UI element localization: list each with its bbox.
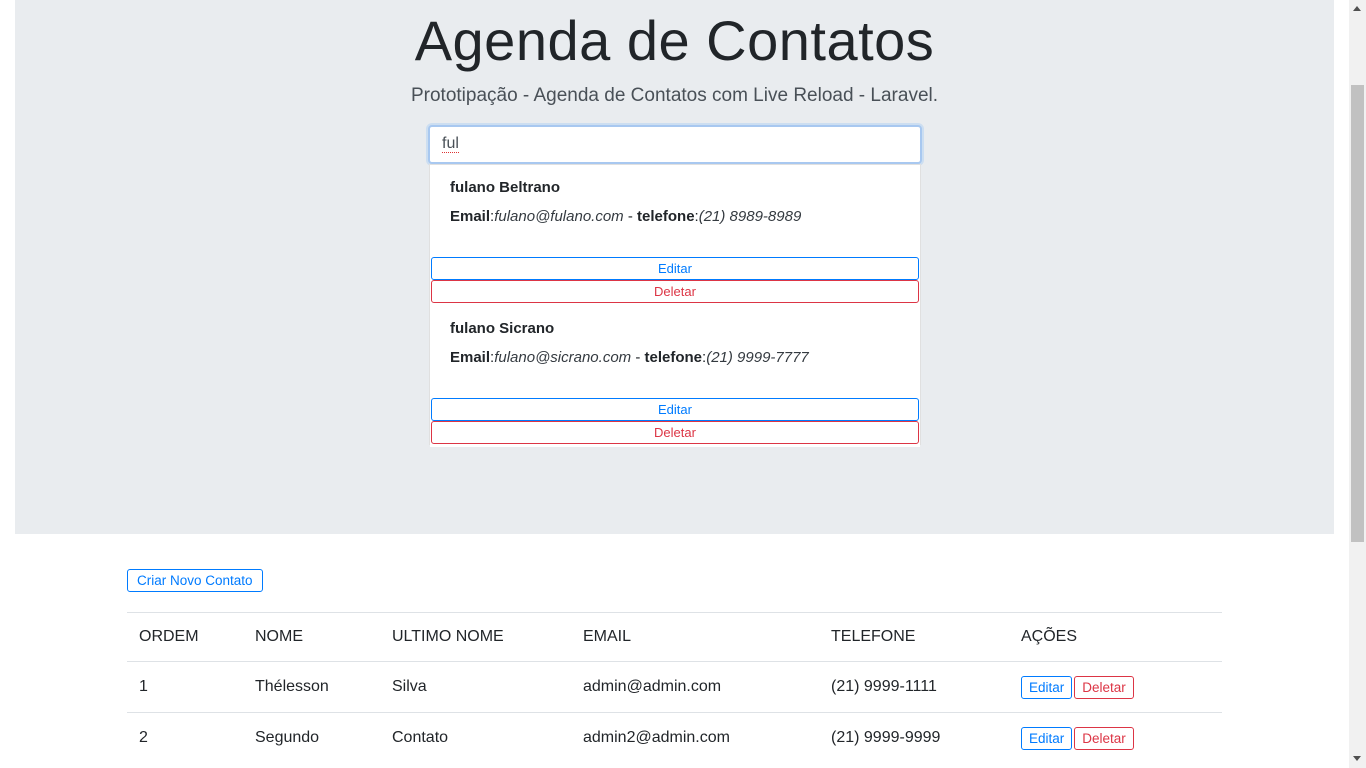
- email-label: Email: [450, 349, 491, 366]
- search-result-item[interactable]: fulano Sicrano Email:fulano@sicrano.com …: [430, 306, 920, 447]
- contacts-table: ORDEM NOME ULTIMO NOME EMAIL TELEFONE AÇ…: [127, 612, 1222, 764]
- result-name: fulano Beltrano: [450, 179, 561, 196]
- row-edit-button[interactable]: Editar: [1021, 726, 1073, 750]
- result-delete-button[interactable]: Deletar: [431, 421, 919, 444]
- table-row: 1 Thélesson Silva admin@admin.com (21) 9…: [127, 661, 1222, 713]
- cell-acoes: Editar Deletar: [1009, 712, 1222, 764]
- cell-ultimo-nome: Contato: [380, 712, 571, 764]
- cell-nome: Segundo: [243, 712, 380, 764]
- row-edit-button[interactable]: Editar: [1021, 675, 1073, 699]
- page-title: Agenda de Contatos: [414, 9, 935, 72]
- search-result-item[interactable]: fulano Beltrano Email:fulano@fulano.com …: [430, 165, 920, 306]
- vertical-scrollbar[interactable]: [1349, 0, 1366, 768]
- cell-telefone: (21) 9999-9999: [819, 712, 1009, 764]
- cell-ultimo-nome: Silva: [380, 661, 571, 713]
- table-header-row: ORDEM NOME ULTIMO NOME EMAIL TELEFONE AÇ…: [127, 612, 1222, 662]
- header-ultimo-nome: ULTIMO NOME: [380, 612, 571, 662]
- email-label: Email: [450, 208, 491, 225]
- header-ordem: ORDEM: [127, 612, 243, 662]
- page-subtitle: Prototipação - Agenda de Contatos com Li…: [410, 85, 939, 106]
- result-phone: (21) 9999-7777: [706, 349, 809, 366]
- result-name: fulano Sicrano: [450, 320, 555, 337]
- result-email: fulano@fulano.com: [494, 208, 624, 225]
- header-nome: NOME: [243, 612, 380, 662]
- search-results-dropdown: fulano Beltrano Email:fulano@fulano.com …: [429, 164, 921, 447]
- cell-nome: Thélesson: [243, 661, 380, 713]
- cell-acoes: Editar Deletar: [1009, 661, 1222, 713]
- row-delete-button[interactable]: Deletar: [1074, 675, 1134, 699]
- result-edit-button[interactable]: Editar: [431, 398, 919, 421]
- create-contact-button[interactable]: Criar Novo Contato: [127, 569, 263, 592]
- scroll-down-arrow-icon[interactable]: [1353, 756, 1361, 761]
- search-input-value: ful: [442, 135, 459, 153]
- result-phone: (21) 8989-8989: [698, 208, 802, 225]
- phone-label: telefone: [637, 208, 695, 225]
- result-info: Email:fulano@sicrano.com - telefone:(21)…: [450, 349, 809, 366]
- result-info: Email:fulano@fulano.com - telefone:(21) …: [450, 208, 802, 225]
- row-delete-button[interactable]: Deletar: [1074, 726, 1134, 750]
- header-telefone: TELEFONE: [819, 612, 1009, 662]
- cell-email: admin2@admin.com: [571, 712, 819, 764]
- cell-ordem: 2: [127, 712, 243, 764]
- header-acoes: AÇÕES: [1009, 612, 1222, 662]
- table-row: 2 Segundo Contato admin2@admin.com (21) …: [127, 712, 1222, 764]
- scrollbar-thumb[interactable]: [1351, 85, 1364, 542]
- cell-ordem: 1: [127, 661, 243, 713]
- search-input[interactable]: ful: [428, 125, 922, 164]
- separator: -: [635, 349, 641, 366]
- separator: -: [627, 208, 633, 225]
- result-email: fulano@sicrano.com: [494, 349, 632, 366]
- cell-email: admin@admin.com: [571, 661, 819, 713]
- scroll-up-arrow-icon[interactable]: [1353, 6, 1361, 11]
- result-delete-button[interactable]: Deletar: [431, 280, 919, 303]
- result-edit-button[interactable]: Editar: [431, 257, 919, 280]
- header-email: EMAIL: [571, 612, 819, 662]
- cell-telefone: (21) 9999-1111: [819, 661, 1009, 713]
- phone-label: telefone: [644, 349, 703, 366]
